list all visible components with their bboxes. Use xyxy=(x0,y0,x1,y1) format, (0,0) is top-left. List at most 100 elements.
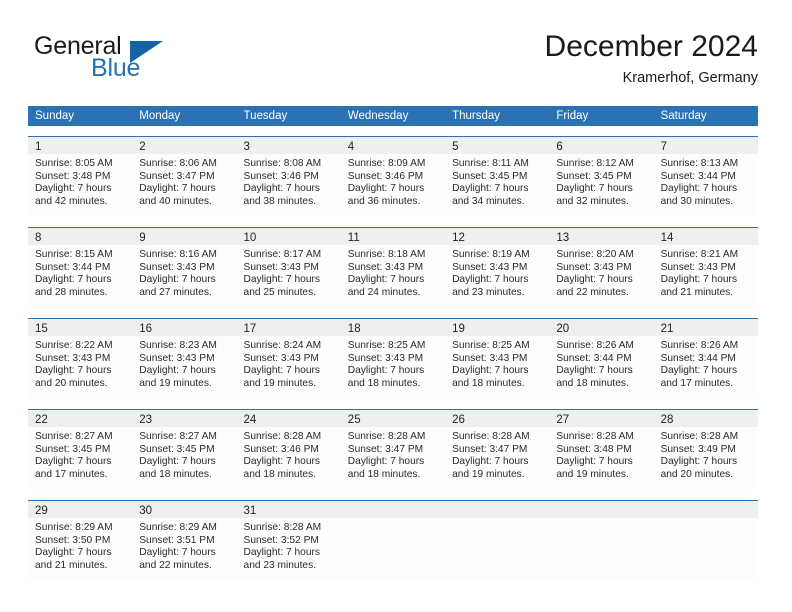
daylight-text-line1: Daylight: 7 hours xyxy=(35,547,112,559)
daylight-text-line1: Daylight: 7 hours xyxy=(660,456,738,468)
calendar-day-cell[interactable]: 24 Sunrise: 8:28 AM Sunset: 3:46 PM Dayligh… xyxy=(236,410,341,490)
daylight-text-line2: and 18 minutes. xyxy=(347,468,421,480)
day-number-band: 29 xyxy=(28,501,133,518)
general-blue-logo[interactable]: General Blue xyxy=(34,32,214,88)
calendar-day-cell[interactable]: 13 Sunrise: 8:20 AM Sunset: 3:43 PM Dayligh… xyxy=(549,228,654,308)
calendar-day-cell[interactable]: 16 Sunrise: 8:23 AM Sunset: 3:43 PM Dayligh… xyxy=(132,319,237,399)
day-number: 26 xyxy=(452,414,465,426)
day-number-band: 11 xyxy=(340,228,446,245)
day-number-band: 25 xyxy=(340,410,446,427)
daylight-text-line1: Daylight: 7 hours xyxy=(452,456,529,468)
daylight-text-line2: and 32 minutes. xyxy=(556,195,629,207)
day-number-band: 1 xyxy=(28,137,133,154)
calendar-day-cell[interactable]: 25 Sunrise: 8:28 AM Sunset: 3:47 PM Dayligh… xyxy=(340,410,446,490)
day-number-band: 8 xyxy=(28,228,133,245)
calendar-day-cell[interactable]: 21 Sunrise: 8:26 AM Sunset: 3:44 PM Dayligh… xyxy=(653,319,758,399)
day-number-band: 10 xyxy=(236,228,341,245)
calendar-day-cell[interactable]: 27 Sunrise: 8:28 AM Sunset: 3:48 PM Dayligh… xyxy=(549,410,654,490)
calendar-day-cell[interactable]: 10 Sunrise: 8:17 AM Sunset: 3:43 PM Dayligh… xyxy=(236,228,341,308)
calendar-day-cell[interactable]: 23 Sunrise: 8:27 AM Sunset: 3:45 PM Dayligh… xyxy=(132,410,237,490)
weekday-header-saturday: Saturday xyxy=(660,110,707,122)
daylight-text-line1: Daylight: 7 hours xyxy=(139,274,216,286)
sunset-text: Sunset: 3:43 PM xyxy=(452,261,528,273)
daylight-text-line1: Daylight: 7 hours xyxy=(35,183,112,195)
location-subtitle: Kramerhof, Germany xyxy=(622,70,758,86)
day-details: Sunrise: 8:12 AM Sunset: 3:45 PM Daylight:… xyxy=(549,154,653,208)
calendar-day-cell[interactable]: 14 Sunrise: 8:21 AM Sunset: 3:43 PM Dayligh… xyxy=(653,228,758,308)
sunrise-text: Sunrise: 8:12 AM xyxy=(556,158,634,169)
sunset-text: Sunset: 3:45 PM xyxy=(452,170,528,182)
calendar-day-cell[interactable]: 6 Sunrise: 8:12 AM Sunset: 3:45 PM Daylight… xyxy=(549,137,654,217)
sunrise-text: Sunrise: 8:28 AM xyxy=(452,431,530,442)
day-number: 13 xyxy=(556,232,570,244)
daylight-text-line1: Daylight: 7 hours xyxy=(139,365,216,377)
day-number-band xyxy=(445,501,550,518)
sunrise-text: Sunrise: 8:21 AM xyxy=(660,249,739,260)
daylight-text-line2: and 21 minutes. xyxy=(35,559,108,571)
day-number-band: 3 xyxy=(236,137,341,154)
day-number: 22 xyxy=(35,414,48,426)
calendar-day-cell[interactable]: 29 Sunrise: 8:29 AM Sunset: 3:50 PM Dayligh… xyxy=(28,501,133,581)
calendar-day-cell[interactable]: 4 Sunrise: 8:09 AM Sunset: 3:46 PM Daylight… xyxy=(340,137,446,217)
day-number-band: 13 xyxy=(549,228,654,245)
day-number-band: 27 xyxy=(549,410,654,427)
day-number: 8 xyxy=(35,232,42,244)
day-number-band xyxy=(549,501,654,518)
daylight-text-line2: and 38 minutes. xyxy=(243,195,317,207)
day-number-band: 16 xyxy=(132,319,237,336)
calendar-day-cell[interactable]: 26 Sunrise: 8:28 AM Sunset: 3:47 PM Dayligh… xyxy=(445,410,550,490)
sunrise-text: Sunrise: 8:29 AM xyxy=(139,522,217,533)
day-details: Sunrise: 8:28 AM Sunset: 3:49 PM Daylight:… xyxy=(654,427,758,481)
calendar-day-cell-empty xyxy=(653,501,758,581)
calendar-day-cell[interactable]: 17 Sunrise: 8:24 AM Sunset: 3:43 PM Dayligh… xyxy=(236,319,341,399)
calendar-day-cell[interactable]: 2 Sunrise: 8:06 AM Sunset: 3:47 PM Daylight… xyxy=(132,137,237,217)
sunset-text: Sunset: 3:44 PM xyxy=(660,352,736,364)
sunset-text: Sunset: 3:47 PM xyxy=(139,170,215,182)
day-number: 30 xyxy=(139,505,153,517)
calendar-day-cell[interactable]: 1 Sunrise: 8:05 AM Sunset: 3:48 PM Daylight… xyxy=(28,137,133,217)
day-details: Sunrise: 8:18 AM Sunset: 3:43 PM Daylight:… xyxy=(341,245,445,299)
day-details: Sunrise: 8:08 AM Sunset: 3:46 PM Daylight:… xyxy=(237,154,341,208)
day-details: Sunrise: 8:29 AM Sunset: 3:51 PM Daylight:… xyxy=(132,518,236,572)
day-number-band: 15 xyxy=(28,319,133,336)
calendar-day-cell[interactable]: 20 Sunrise: 8:26 AM Sunset: 3:44 PM Dayligh… xyxy=(549,319,654,399)
daylight-text-line1: Daylight: 7 hours xyxy=(660,274,738,286)
day-details: Sunrise: 8:21 AM Sunset: 3:43 PM Daylight:… xyxy=(654,245,758,299)
calendar-day-cell[interactable]: 7 Sunrise: 8:13 AM Sunset: 3:44 PM Daylight… xyxy=(653,137,758,217)
calendar-day-cell[interactable]: 28 Sunrise: 8:28 AM Sunset: 3:49 PM Dayligh… xyxy=(653,410,758,490)
calendar-day-cell[interactable]: 8 Sunrise: 8:15 AM Sunset: 3:44 PM Daylight… xyxy=(28,228,133,308)
sunrise-text: Sunrise: 8:28 AM xyxy=(243,522,322,533)
sunset-text: Sunset: 3:43 PM xyxy=(139,352,215,364)
daylight-text-line1: Daylight: 7 hours xyxy=(660,183,738,195)
calendar-day-cell[interactable]: 12 Sunrise: 8:19 AM Sunset: 3:43 PM Dayligh… xyxy=(445,228,550,308)
day-number-band: 31 xyxy=(236,501,341,518)
daylight-text-line2: and 22 minutes. xyxy=(556,286,629,298)
calendar-day-cell[interactable]: 30 Sunrise: 8:29 AM Sunset: 3:51 PM Dayligh… xyxy=(132,501,237,581)
sunset-text: Sunset: 3:48 PM xyxy=(556,443,632,455)
calendar-day-cell[interactable]: 3 Sunrise: 8:08 AM Sunset: 3:46 PM Daylight… xyxy=(236,137,341,217)
daylight-text-line1: Daylight: 7 hours xyxy=(243,547,320,559)
sunset-text: Sunset: 3:47 PM xyxy=(347,443,424,455)
sunrise-text: Sunrise: 8:13 AM xyxy=(660,158,739,169)
day-details: Sunrise: 8:27 AM Sunset: 3:45 PM Daylight:… xyxy=(28,427,132,481)
calendar-day-cell[interactable]: 22 Sunrise: 8:27 AM Sunset: 3:45 PM Dayligh… xyxy=(28,410,133,490)
day-number-band: 21 xyxy=(653,319,758,336)
calendar-day-cell[interactable]: 5 Sunrise: 8:11 AM Sunset: 3:45 PM Daylight… xyxy=(445,137,550,217)
day-number: 6 xyxy=(556,141,563,153)
sunrise-text: Sunrise: 8:11 AM xyxy=(452,158,529,169)
daylight-text-line2: and 18 minutes. xyxy=(243,468,317,480)
sunset-text: Sunset: 3:47 PM xyxy=(452,443,528,455)
calendar-day-cell[interactable]: 19 Sunrise: 8:25 AM Sunset: 3:43 PM Dayligh… xyxy=(445,319,550,399)
daylight-text-line2: and 17 minutes. xyxy=(35,468,108,480)
calendar-day-cell[interactable]: 15 Sunrise: 8:22 AM Sunset: 3:43 PM Dayligh… xyxy=(28,319,133,399)
day-number-band: 7 xyxy=(653,137,758,154)
day-number: 1 xyxy=(35,141,42,153)
calendar-day-cell[interactable]: 9 Sunrise: 8:16 AM Sunset: 3:43 PM Daylight… xyxy=(132,228,237,308)
day-number: 12 xyxy=(452,232,465,244)
sunset-text: Sunset: 3:43 PM xyxy=(452,352,528,364)
calendar-day-cell[interactable]: 18 Sunrise: 8:25 AM Sunset: 3:43 PM Dayligh… xyxy=(340,319,446,399)
day-number: 7 xyxy=(660,141,667,153)
daylight-text-line2: and 30 minutes. xyxy=(660,195,734,207)
calendar-day-cell[interactable]: 31 Sunrise: 8:28 AM Sunset: 3:52 PM Dayligh… xyxy=(236,501,341,581)
calendar-day-cell[interactable]: 11 Sunrise: 8:18 AM Sunset: 3:43 PM Dayligh… xyxy=(340,228,446,308)
